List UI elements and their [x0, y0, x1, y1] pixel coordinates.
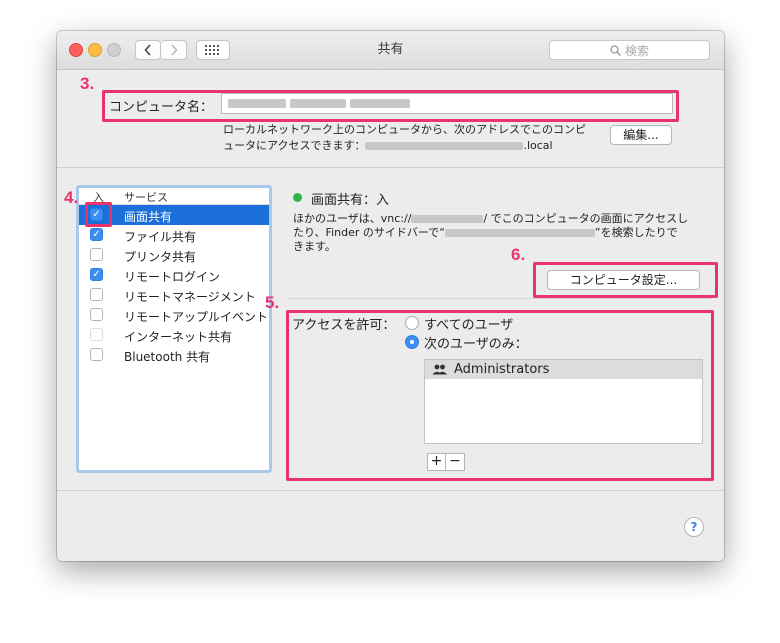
service-checkbox[interactable]: ✓ [90, 268, 103, 281]
service-row[interactable]: ✓ リモートログイン [79, 265, 269, 285]
service-row[interactable]: ✓ ファイル共有 [79, 225, 269, 245]
desc-line-2: ュータにアクセスできます： .local [223, 138, 593, 154]
service-label: リモートアップルイベント [124, 310, 269, 324]
search-field[interactable]: 検索 [549, 40, 710, 60]
info-line-1: ほかのユーザは、vnc:// / でこのコンピュータの画面にアクセスし [293, 212, 703, 226]
service-label: プリンタ共有 [124, 250, 197, 264]
info-part-b: / でこのコンピュータの画面にアクセスし [483, 212, 689, 225]
service-checkbox[interactable] [90, 328, 103, 341]
help-button[interactable]: ? [684, 517, 704, 537]
title-bar: 共有 検索 [57, 31, 724, 70]
redacted-address [365, 142, 524, 150]
highlight-computer-name [102, 90, 679, 122]
redacted-text [411, 215, 484, 223]
service-label: ファイル共有 [124, 230, 197, 244]
edit-button[interactable]: 編集... [610, 125, 672, 145]
highlight-service-checkbox [85, 202, 112, 227]
redacted-text [444, 229, 595, 237]
desc-line-2-suffix: .local [523, 139, 553, 152]
divider [287, 298, 712, 299]
info-line-3: きます。 [293, 240, 336, 253]
service-info: ほかのユーザは、vnc:// / でこのコンピュータの画面にアクセスし たり、Fi… [293, 212, 703, 254]
service-row[interactable]: リモートマネージメント [79, 285, 269, 305]
service-row[interactable]: プリンタ共有 [79, 245, 269, 265]
annotation-4: 4. [64, 188, 79, 207]
service-label: リモートマネージメント [124, 290, 256, 304]
info-part-c: たり、Finder のサイドバーで“ [293, 226, 445, 239]
service-status: 画面共有：入 [311, 193, 390, 208]
service-row[interactable]: Bluetooth 共有 [79, 345, 269, 365]
header-service: サービス [124, 191, 168, 204]
computer-address-description: ローカルネットワーク上のコンピュータから、次のアドレスでこのコンピ ュータにアク… [223, 122, 593, 154]
annotation-5: 5. [265, 293, 280, 312]
service-label: Bluetooth 共有 [124, 350, 211, 364]
info-part-a: ほかのユーザは、vnc:// [293, 212, 412, 225]
search-placeholder: 検索 [624, 43, 649, 58]
service-checkbox[interactable] [90, 308, 103, 321]
info-line-2: たり、Finder のサイドバーで“ ”を検索したりで [293, 226, 703, 240]
info-part-d: ”を検索したりで [594, 226, 678, 239]
service-label: リモートログイン [124, 270, 221, 284]
search-icon [610, 44, 621, 56]
bottom-bar [57, 490, 724, 561]
service-row[interactable]: インターネット共有 [79, 325, 269, 345]
highlight-computer-settings [533, 262, 718, 298]
service-checkbox[interactable] [90, 288, 103, 301]
service-checkbox[interactable]: ✓ [90, 228, 103, 241]
status-indicator-icon [293, 193, 302, 202]
annotation-3: 3. [80, 74, 95, 93]
service-checkbox[interactable] [90, 248, 103, 261]
highlight-access-settings [286, 310, 714, 481]
service-label: 画面共有 [124, 210, 173, 224]
service-list: 入 サービス ✓ 画面共有 ✓ ファイル共有 プリンタ共有 ✓ リモートログイン リモートマネ… [76, 185, 272, 473]
desc-line-2-prefix: ュータにアクセスできます： [223, 139, 366, 152]
desc-line-1: ローカルネットワーク上のコンピュータから、次のアドレスでこのコンピ [223, 123, 586, 136]
service-row[interactable]: リモートアップルイベント [79, 305, 269, 325]
annotation-6: 6. [511, 245, 526, 264]
service-label: インターネット共有 [124, 330, 233, 344]
service-checkbox[interactable] [90, 348, 103, 361]
